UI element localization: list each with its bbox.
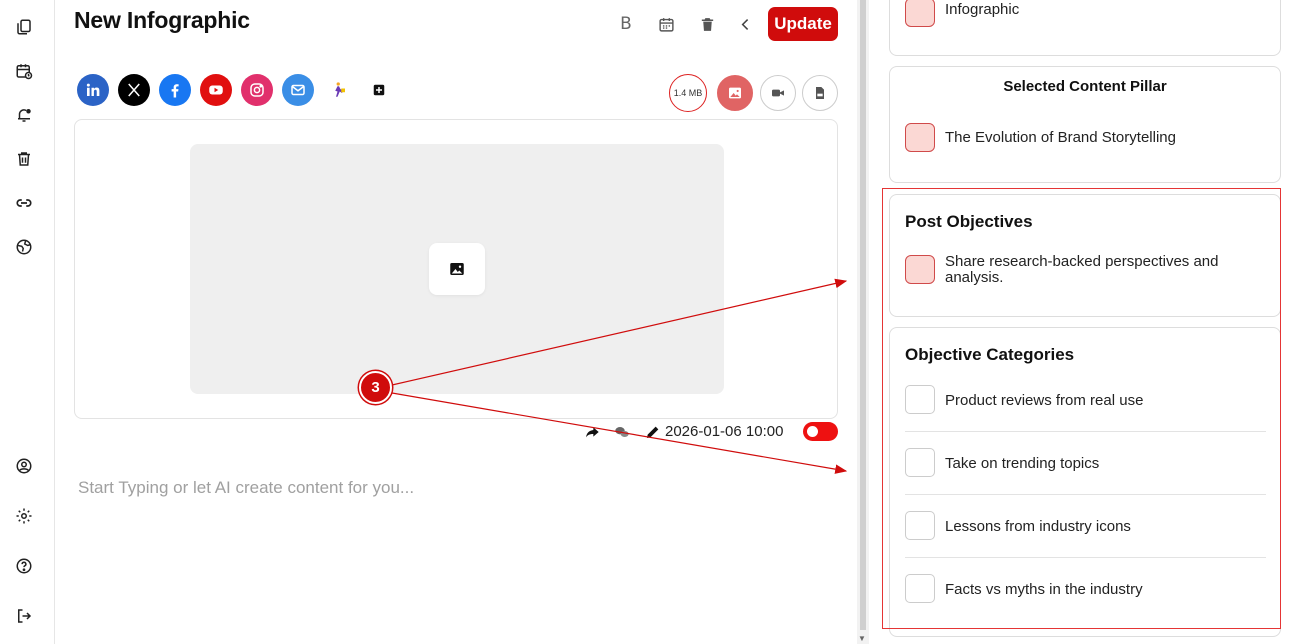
comments-icon[interactable] <box>612 424 632 440</box>
image-upload-button[interactable] <box>429 243 485 295</box>
left-sidebar <box>0 0 55 644</box>
content-type-card: Infographic <box>889 0 1281 56</box>
category-label-3: Lessons from industry icons <box>945 518 1131 535</box>
category-divider <box>905 557 1266 558</box>
image-media-button[interactable] <box>717 75 753 111</box>
help-icon[interactable] <box>12 554 36 578</box>
compose-input[interactable] <box>78 477 838 499</box>
pane-scrollbar-thumb[interactable] <box>860 0 866 630</box>
trash-icon[interactable] <box>12 147 36 171</box>
instagram-icon[interactable] <box>241 74 273 106</box>
category-divider <box>905 494 1266 495</box>
facebook-icon[interactable] <box>159 74 191 106</box>
linkedin-icon[interactable] <box>77 74 109 106</box>
youtube-icon[interactable] <box>200 74 232 106</box>
pages-icon[interactable] <box>12 15 36 39</box>
x-icon[interactable] <box>118 74 150 106</box>
objective-categories-card: Objective Categories Product reviews fro… <box>889 327 1281 637</box>
scroll-down-arrow-icon[interactable]: ▼ <box>858 634 866 643</box>
category-checkbox-4[interactable] <box>905 574 935 603</box>
category-label-4: Facts vs myths in the industry <box>945 581 1143 598</box>
globe-icon[interactable] <box>12 235 36 259</box>
schedule-calendar-button[interactable] <box>654 12 678 36</box>
category-label-2: Take on trending topics <box>945 455 1100 472</box>
pillar-swatch[interactable] <box>905 123 935 152</box>
delete-button[interactable] <box>695 12 719 36</box>
category-divider <box>905 431 1266 432</box>
objective-categories-title: Objective Categories <box>905 345 1075 364</box>
post-objective-swatch[interactable] <box>905 255 935 284</box>
add-channel-icon[interactable] <box>364 74 394 106</box>
bold-button[interactable]: B <box>614 12 638 36</box>
media-preview-panel <box>74 119 838 419</box>
notifications-icon[interactable] <box>12 103 36 127</box>
post-objectives-title: Post Objectives <box>905 212 1033 231</box>
file-size-indicator: 1.4 MB <box>669 74 707 112</box>
share-icon[interactable] <box>583 424 601 440</box>
page-title: New Infographic <box>74 7 250 33</box>
custom-channel-icon[interactable] <box>323 74 355 106</box>
edit-pencil-icon[interactable] <box>645 424 661 440</box>
pdf-media-button[interactable] <box>802 75 838 111</box>
step-marker: 3 <box>359 371 392 404</box>
schedule-toggle[interactable] <box>803 422 838 441</box>
file-size-label: 1.4 MB <box>673 88 703 98</box>
category-checkbox-1[interactable] <box>905 385 935 414</box>
pillar-card-title: Selected Content Pillar <box>1003 78 1167 95</box>
category-checkbox-3[interactable] <box>905 511 935 540</box>
email-icon[interactable] <box>282 74 314 106</box>
back-chevron-button[interactable] <box>733 12 757 36</box>
link-icon[interactable] <box>12 191 36 215</box>
pillar-item-label: The Evolution of Brand Storytelling <box>945 129 1176 146</box>
category-label-1: Product reviews from real use <box>945 392 1144 409</box>
content-pillar-card: Selected Content Pillar The Evolution of… <box>889 66 1281 183</box>
content-type-swatch[interactable] <box>905 0 935 27</box>
calendar-icon[interactable] <box>12 59 36 83</box>
post-objectives-card: Post Objectives Share research-backed pe… <box>889 194 1281 317</box>
category-checkbox-2[interactable] <box>905 448 935 477</box>
logout-icon[interactable] <box>12 604 36 628</box>
update-button[interactable]: Update <box>768 7 838 41</box>
settings-icon[interactable] <box>12 504 36 528</box>
image-placeholder[interactable] <box>190 144 724 394</box>
profile-icon[interactable] <box>12 454 36 478</box>
content-type-label: Infographic <box>945 1 1020 18</box>
video-media-button[interactable] <box>760 75 796 111</box>
post-objective-label: Share research-backed perspectives and a… <box>945 253 1219 286</box>
schedule-datetime[interactable]: 2026-01-06 10:00 <box>665 423 783 440</box>
